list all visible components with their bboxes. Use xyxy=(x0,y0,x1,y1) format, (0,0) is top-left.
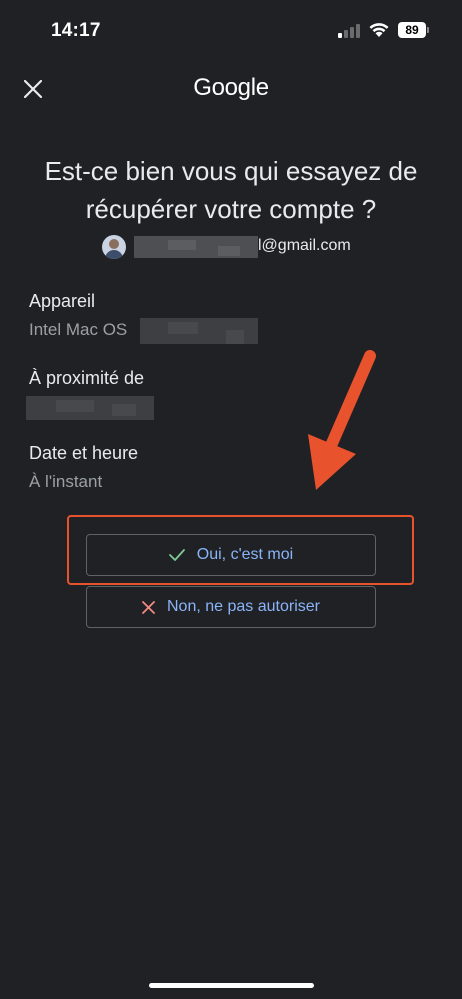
location-label: À proximité de xyxy=(29,368,145,388)
device-value: Intel Mac OS xyxy=(29,320,128,339)
annotation-arrow-icon xyxy=(308,350,376,490)
avatar xyxy=(102,235,126,259)
battery-indicator: 89 xyxy=(398,22,426,38)
account-chip: l@gmail.com xyxy=(0,234,462,260)
deny-button-label: Non, ne pas autoriser xyxy=(167,598,320,615)
confirm-button[interactable]: Oui, c'est moi xyxy=(86,534,376,576)
wifi-icon xyxy=(369,23,389,37)
battery-tip xyxy=(427,27,429,33)
datetime-value: À l'instant xyxy=(29,472,103,491)
google-logo: Google xyxy=(193,74,269,101)
confirm-button-label: Oui, c'est moi xyxy=(196,546,294,563)
check-icon xyxy=(168,549,185,561)
status-bar: 14:17 89 xyxy=(0,0,462,60)
status-time: 14:17 xyxy=(51,20,101,41)
page-title: Est-ce bien vous qui essayez de récupére… xyxy=(44,156,418,224)
signal-icon xyxy=(338,24,360,38)
battery-level: 89 xyxy=(405,23,419,37)
deny-button[interactable]: Non, ne pas autoriser xyxy=(86,586,376,628)
datetime-label: Date et heure xyxy=(29,443,139,463)
account-email: l@gmail.com xyxy=(258,237,351,254)
device-label: Appareil xyxy=(29,291,96,311)
x-icon xyxy=(142,600,155,614)
home-indicator[interactable] xyxy=(149,983,314,988)
